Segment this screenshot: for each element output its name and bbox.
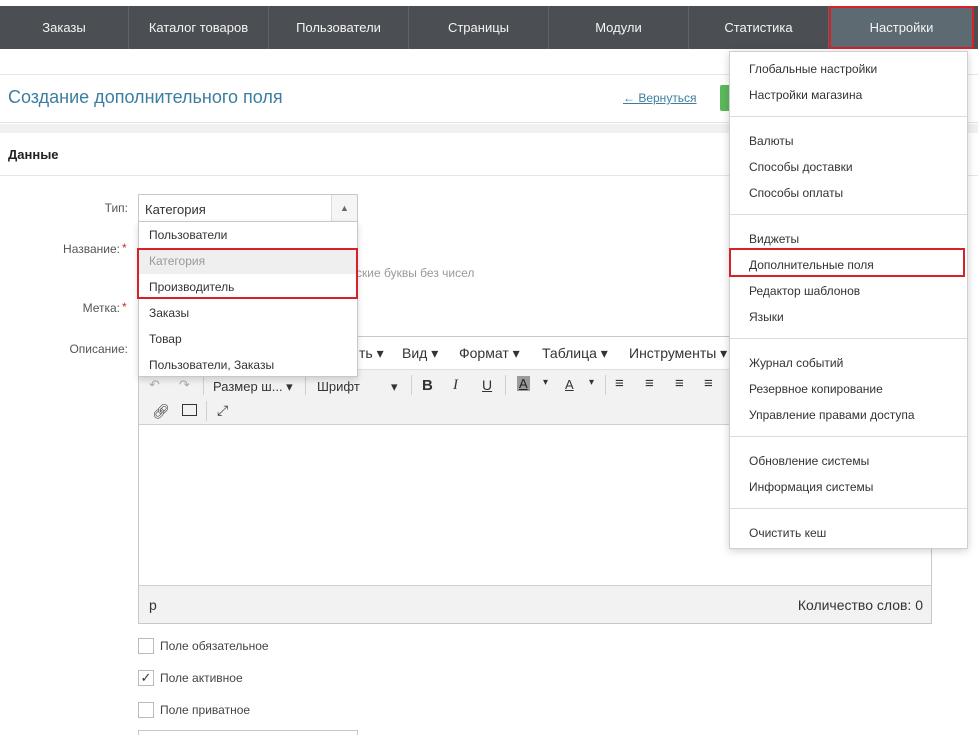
top-navigation: Заказы Каталог товаров Пользователи Стра… <box>0 0 978 49</box>
bold-icon[interactable]: B <box>422 377 433 394</box>
toolbar-separator <box>411 375 412 395</box>
image-icon[interactable] <box>182 404 197 416</box>
align-justify-icon[interactable]: ≡ <box>704 375 713 392</box>
redo-icon[interactable]: ↷ <box>179 377 190 393</box>
menu-currencies[interactable]: Валюты <box>749 134 794 148</box>
menu-additional-fields[interactable]: Дополнительные поля <box>749 258 874 272</box>
menu-clear-cache[interactable]: Очистить кеш <box>749 526 826 540</box>
required-checkbox[interactable] <box>138 638 154 654</box>
editor-statusbar: p Количество слов: 0 <box>139 585 931 623</box>
menu-payment-methods[interactable]: Способы оплаты <box>749 186 843 200</box>
type-option-category: Категория <box>139 248 357 274</box>
back-link[interactable]: ← Вернуться <box>623 91 697 105</box>
word-count: Количество слов: 0 <box>797 597 923 613</box>
toolbar-separator <box>206 401 207 421</box>
type-select[interactable]: Категория ▲ <box>138 194 358 222</box>
nav-modules[interactable]: Модули <box>549 6 689 49</box>
menu-divider <box>730 214 967 215</box>
menu-delivery-methods[interactable]: Способы доставки <box>749 160 853 174</box>
chevron-down-icon[interactable]: ▾ <box>589 377 594 388</box>
nav-statistics[interactable]: Статистика <box>689 6 829 49</box>
font-family-select[interactable]: Шрифт ▾ <box>317 379 403 394</box>
chevron-down-icon[interactable]: ▾ <box>543 377 548 388</box>
menu-tools[interactable]: Инструменты ▾ <box>629 345 727 362</box>
tag-label: Метка: <box>82 301 120 315</box>
align-left-icon[interactable]: ≡ <box>615 375 624 392</box>
nav-pages[interactable]: Страницы <box>409 6 549 49</box>
active-checkbox[interactable]: ✓ <box>138 670 154 686</box>
text-color-icon[interactable]: A <box>565 377 574 392</box>
menu-view[interactable]: Вид ▾ <box>402 345 438 362</box>
fullscreen-icon[interactable]: ⤢ <box>217 402 228 419</box>
underline-icon[interactable]: U <box>482 377 492 393</box>
type-select-value: Категория <box>145 202 206 217</box>
font-size-select[interactable]: Размер ш... ▾ <box>213 379 293 395</box>
menu-global-settings[interactable]: Глобальные настройки <box>749 62 877 76</box>
toolbar-separator <box>305 375 306 395</box>
name-hint: ские буквы без чисел <box>356 266 475 280</box>
toolbar-separator <box>203 375 204 395</box>
description-label: Описание: <box>69 342 128 356</box>
menu-languages[interactable]: Языки <box>749 310 784 324</box>
settings-menu: Глобальные настройки Настройки магазина … <box>729 51 968 549</box>
tag-required-mark: * <box>122 300 127 314</box>
required-field-option[interactable]: Поле обязательное <box>138 637 269 655</box>
type-dropdown-list: Пользователи Категория Производитель Зак… <box>138 221 358 377</box>
menu-access-rights[interactable]: Управление правами доступа <box>749 408 915 422</box>
menu-divider <box>730 508 967 509</box>
menu-store-settings[interactable]: Настройки магазина <box>749 88 862 102</box>
italic-icon[interactable]: I <box>453 377 458 394</box>
type-label: Тип: <box>104 201 128 215</box>
menu-divider <box>730 338 967 339</box>
caret-up-icon[interactable]: ▲ <box>331 195 357 221</box>
active-checkbox-label: Поле активное <box>160 671 243 685</box>
menu-backup[interactable]: Резервное копирование <box>749 382 883 396</box>
toolbar-separator <box>605 375 606 395</box>
type-option-users-orders[interactable]: Пользователи, Заказы <box>139 352 357 378</box>
name-label: Название: <box>63 242 120 256</box>
menu-divider <box>730 116 967 117</box>
type-option-manufacturer[interactable]: Производитель <box>139 274 357 300</box>
active-field-option[interactable]: ✓ Поле активное <box>138 669 243 687</box>
private-checkbox-label: Поле приватное <box>160 703 251 717</box>
section-title: Данные <box>8 147 59 162</box>
link-icon[interactable]: 🔗︎ <box>152 403 170 420</box>
menu-table[interactable]: Таблица ▾ <box>542 345 608 362</box>
name-required-mark: * <box>122 241 127 255</box>
menu-format[interactable]: Формат ▾ <box>459 345 520 362</box>
menu-divider <box>730 436 967 437</box>
nav-settings[interactable]: Настройки <box>829 6 974 49</box>
private-checkbox[interactable] <box>138 702 154 718</box>
background-color-icon[interactable]: A <box>517 376 530 391</box>
nav-catalog[interactable]: Каталог товаров <box>129 6 269 49</box>
next-field-input[interactable] <box>138 730 358 735</box>
type-option-orders[interactable]: Заказы <box>139 300 357 326</box>
type-option-users[interactable]: Пользователи <box>139 222 357 248</box>
required-checkbox-label: Поле обязательное <box>160 639 269 653</box>
private-field-option[interactable]: Поле приватное <box>138 701 250 719</box>
menu-insert[interactable]: ть ▾ <box>359 345 384 362</box>
page-title: Создание дополнительного поля <box>8 87 283 107</box>
toolbar-separator <box>505 375 506 395</box>
undo-icon[interactable]: ↶ <box>149 377 160 393</box>
align-center-icon[interactable]: ≡ <box>645 375 654 392</box>
element-path[interactable]: p <box>149 597 157 613</box>
menu-widgets[interactable]: Виджеты <box>749 232 799 246</box>
menu-system-info[interactable]: Информация системы <box>749 480 873 494</box>
menu-template-editor[interactable]: Редактор шаблонов <box>749 284 860 298</box>
nav-users[interactable]: Пользователи <box>269 6 409 49</box>
nav-orders[interactable]: Заказы <box>0 6 129 49</box>
menu-event-log[interactable]: Журнал событий <box>749 356 843 370</box>
align-right-icon[interactable]: ≡ <box>675 375 684 392</box>
type-option-product[interactable]: Товар <box>139 326 357 352</box>
menu-system-update[interactable]: Обновление системы <box>749 454 869 468</box>
